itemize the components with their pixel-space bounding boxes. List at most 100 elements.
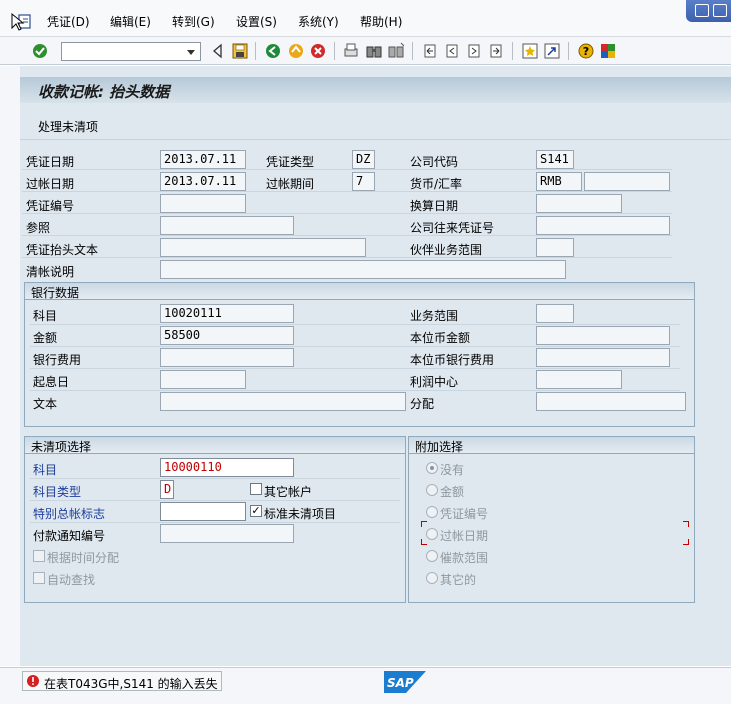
doc-number-label: 凭证编号	[26, 199, 75, 213]
amount-field[interactable]: 58500	[160, 326, 294, 345]
find-next-icon[interactable]	[387, 42, 405, 60]
menu-edit[interactable]: 编辑(E)	[110, 13, 151, 30]
toolbar-separator	[512, 42, 513, 60]
doc-date-label: 凭证日期	[26, 155, 75, 169]
radio-doc-number[interactable]	[426, 506, 438, 518]
help-icon[interactable]: ?	[577, 42, 595, 60]
menu-system[interactable]: 系统(Y)	[298, 13, 339, 30]
process-open-items-button[interactable]: 处理未清项	[38, 118, 98, 135]
profit-center-label: 利润中心	[410, 375, 459, 389]
shortcut-icon[interactable]	[543, 42, 561, 60]
first-page-icon[interactable]	[421, 42, 439, 60]
header-text-field[interactable]	[160, 238, 366, 257]
customize-layout-icon[interactable]	[599, 42, 617, 60]
row-divider	[30, 390, 680, 391]
bank-text-label: 文本	[33, 397, 58, 411]
focus-corner	[683, 539, 689, 545]
menu-help[interactable]: 帮助(H)	[360, 13, 402, 30]
bank-charges-field[interactable]	[160, 348, 294, 367]
doc-number-field[interactable]	[160, 194, 246, 213]
save-icon[interactable]	[231, 42, 249, 60]
back-triangle-icon[interactable]	[209, 42, 227, 60]
row-divider	[30, 522, 400, 523]
pa-number-label: 付款通知编号	[33, 529, 106, 543]
enter-check-icon[interactable]	[31, 42, 49, 60]
account-type-field[interactable]: D	[160, 480, 174, 499]
row-divider	[30, 500, 400, 501]
header-text-label: 凭证抬头文本	[26, 243, 99, 257]
special-gl-field[interactable]	[160, 502, 246, 521]
clearing-text-label: 清帐说明	[26, 265, 75, 279]
posting-date-field[interactable]: 2013.07.11	[160, 172, 246, 191]
additional-selection-title: 附加选择	[415, 440, 464, 454]
cross-cc-field[interactable]	[536, 216, 670, 235]
doc-date-field[interactable]: 2013.07.11	[160, 150, 246, 169]
currency-field[interactable]: RMB	[536, 172, 582, 191]
company-code-field[interactable]: S141	[536, 150, 574, 169]
radio-others[interactable]	[426, 572, 438, 584]
row-divider	[22, 169, 672, 170]
radio-none[interactable]	[426, 462, 438, 474]
radio-dunning-area[interactable]	[426, 550, 438, 562]
standard-oi-checkbox[interactable]: ✓	[250, 505, 262, 517]
status-message: 在表T043G中,S141 的输入丢失	[44, 677, 218, 691]
back-icon[interactable]	[264, 42, 282, 60]
last-page-icon[interactable]	[487, 42, 505, 60]
reference-field[interactable]	[160, 216, 294, 235]
assignment-field[interactable]	[536, 392, 686, 411]
chevron-down-icon[interactable]	[185, 46, 197, 58]
period-label: 过帐期间	[266, 177, 315, 191]
toolbar-separator	[255, 42, 256, 60]
profit-center-field[interactable]	[536, 370, 622, 389]
lc-bank-charges-field[interactable]	[536, 348, 670, 367]
radio-posting-date[interactable]	[426, 528, 438, 540]
previous-page-icon[interactable]	[443, 42, 461, 60]
row-divider	[22, 235, 672, 236]
partner-ba-field[interactable]	[536, 238, 574, 257]
error-icon	[27, 675, 39, 687]
next-page-icon[interactable]	[465, 42, 483, 60]
menu-goto[interactable]: 转到(G)	[172, 13, 215, 30]
print-icon[interactable]	[342, 42, 360, 60]
clearing-text-field[interactable]	[160, 260, 566, 279]
period-field[interactable]: 7	[352, 172, 375, 191]
option-amount-label: 金额	[440, 485, 465, 499]
minimize-icon[interactable]	[695, 4, 709, 17]
value-date-field[interactable]	[160, 370, 246, 389]
page-title: 收款记帐: 抬头数据	[38, 83, 170, 101]
option-doc-number-label: 凭证编号	[440, 507, 489, 521]
translation-date-label: 换算日期	[410, 199, 459, 213]
other-accounts-checkbox[interactable]	[250, 483, 262, 495]
find-icon[interactable]	[365, 42, 383, 60]
option-dunning-area-label: 催款范围	[440, 551, 489, 565]
translation-date-field[interactable]	[536, 194, 622, 213]
exchange-rate-field[interactable]	[584, 172, 670, 191]
lc-amount-field[interactable]	[536, 326, 670, 345]
distribute-by-age-checkbox[interactable]	[33, 550, 45, 562]
application-toolbar	[20, 110, 731, 140]
menu-settings[interactable]: 设置(S)	[236, 13, 277, 30]
new-session-icon[interactable]	[521, 42, 539, 60]
exit-icon[interactable]	[287, 42, 305, 60]
bank-text-field[interactable]	[160, 392, 406, 411]
window-controls	[686, 0, 731, 22]
row-divider	[30, 368, 680, 369]
business-area-field[interactable]	[536, 304, 574, 323]
oi-account-field[interactable]: 10000110	[160, 458, 294, 477]
row-divider	[22, 257, 672, 258]
pa-number-field[interactable]	[160, 524, 294, 543]
radio-amount[interactable]	[426, 484, 438, 496]
command-field[interactable]	[61, 42, 201, 61]
row-divider	[30, 324, 680, 325]
standard-oi-label: 标准未清项目	[264, 507, 337, 521]
menu-document[interactable]: 凭证(D)	[47, 13, 90, 30]
doc-type-field[interactable]: DZ	[352, 150, 375, 169]
system-menu-icon[interactable]	[10, 12, 34, 34]
auto-search-checkbox[interactable]	[33, 572, 45, 584]
bank-charges-label: 银行费用	[33, 353, 82, 367]
cancel-icon[interactable]	[309, 42, 327, 60]
bank-data-title: 银行数据	[31, 286, 80, 300]
maximize-icon[interactable]	[713, 4, 727, 17]
reference-label: 参照	[26, 221, 51, 235]
bank-account-field[interactable]: 10020111	[160, 304, 294, 323]
